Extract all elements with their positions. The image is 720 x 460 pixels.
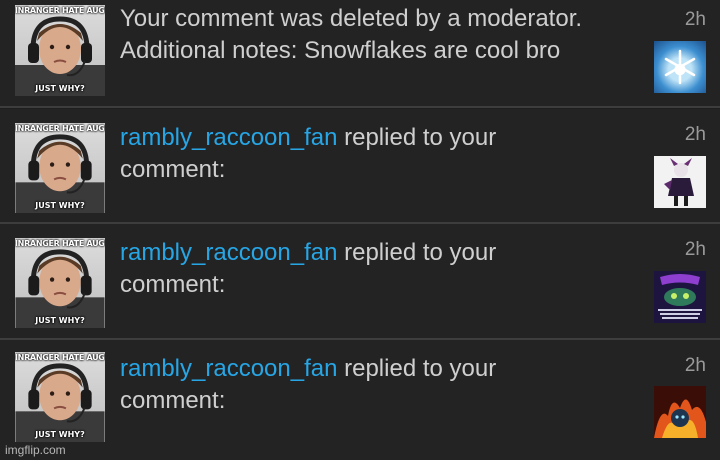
username-link[interactable]: rambly_raccoon_fan: [120, 239, 337, 266]
notification-message: rambly_raccoon_fan replied to your comme…: [120, 237, 640, 301]
timestamp: 2h: [684, 355, 706, 376]
avatar[interactable]: INRANGER HATE AUGUSTE JUST WHY?: [15, 123, 105, 213]
avatar-top-caption: INRANGER HATE AUGUSTE: [15, 353, 105, 362]
avatar-bottom-caption: JUST WHY?: [35, 84, 85, 93]
notification-message: rambly_raccoon_fan replied to your comme…: [120, 353, 640, 417]
avatar[interactable]: INRANGER HATE AUGUSTE JUST WHY?: [15, 5, 105, 96]
timestamp: 2h: [684, 239, 706, 260]
message-line: rambly_raccoon_fan replied to your: [120, 353, 640, 385]
notification-list: INRANGER HATE AUGUSTE JUST WHY? Your com…: [0, 0, 720, 460]
snowflake-icon: [664, 49, 696, 85]
avatar-top-caption: INRANGER HATE AUGUSTE: [15, 124, 105, 133]
meme-thumbnail[interactable]: [654, 271, 706, 323]
notification-message: Your comment was deleted by a moderator.…: [120, 3, 640, 67]
avatar[interactable]: INRANGER HATE AUGUSTE JUST WHY?: [15, 352, 105, 442]
avatar-face-image: [15, 134, 105, 213]
fire-thumbnail[interactable]: [654, 386, 706, 438]
avatar-bottom-caption: JUST WHY?: [35, 316, 85, 325]
avatar-bottom-caption: JUST WHY?: [35, 201, 85, 210]
avatar-bottom-caption: JUST WHY?: [35, 430, 85, 439]
avatar-face-image: [15, 363, 105, 442]
watermark-text: imgflip.com: [5, 443, 66, 457]
avatar[interactable]: INRANGER HATE AUGUSTE JUST WHY?: [15, 238, 105, 328]
avatar-face-image: [15, 249, 105, 328]
avatar-top-caption: INRANGER HATE AUGUSTE: [15, 239, 105, 248]
message-line: comment:: [120, 271, 226, 298]
character-image: [654, 156, 706, 208]
meme-image: [654, 271, 706, 323]
action-text: replied to your: [337, 124, 497, 151]
divider: [0, 106, 720, 108]
notification-item[interactable]: INRANGER HATE AUGUSTE JUST WHY? rambly_r…: [0, 109, 720, 222]
notification-message: rambly_raccoon_fan replied to your comme…: [120, 122, 640, 186]
snowflake-thumbnail[interactable]: [654, 41, 706, 93]
avatar-top-caption: INRANGER HATE AUGUSTE: [15, 6, 105, 15]
timestamp: 2h: [684, 124, 706, 145]
notification-item[interactable]: INRANGER HATE AUGUSTE JUST WHY? Your com…: [0, 0, 720, 106]
username-link[interactable]: rambly_raccoon_fan: [120, 355, 337, 382]
message-line: rambly_raccoon_fan replied to your: [120, 237, 640, 269]
character-thumbnail[interactable]: [654, 156, 706, 208]
message-line: Your comment was deleted by a moderator.: [120, 5, 583, 32]
action-text: replied to your: [337, 239, 497, 266]
fire-image: [654, 386, 706, 438]
notification-item[interactable]: INRANGER HATE AUGUSTE JUST WHY? rambly_r…: [0, 340, 720, 460]
message-line: rambly_raccoon_fan replied to your: [120, 122, 640, 154]
message-line: comment:: [120, 156, 226, 183]
message-line: Additional notes: Snowflakes are cool br…: [120, 37, 561, 64]
action-text: replied to your: [337, 355, 497, 382]
notification-item[interactable]: INRANGER HATE AUGUSTE JUST WHY? rambly_r…: [0, 224, 720, 338]
avatar-face-image: [15, 16, 105, 96]
username-link[interactable]: rambly_raccoon_fan: [120, 124, 337, 151]
timestamp: 2h: [684, 9, 706, 30]
message-line: comment:: [120, 387, 226, 414]
